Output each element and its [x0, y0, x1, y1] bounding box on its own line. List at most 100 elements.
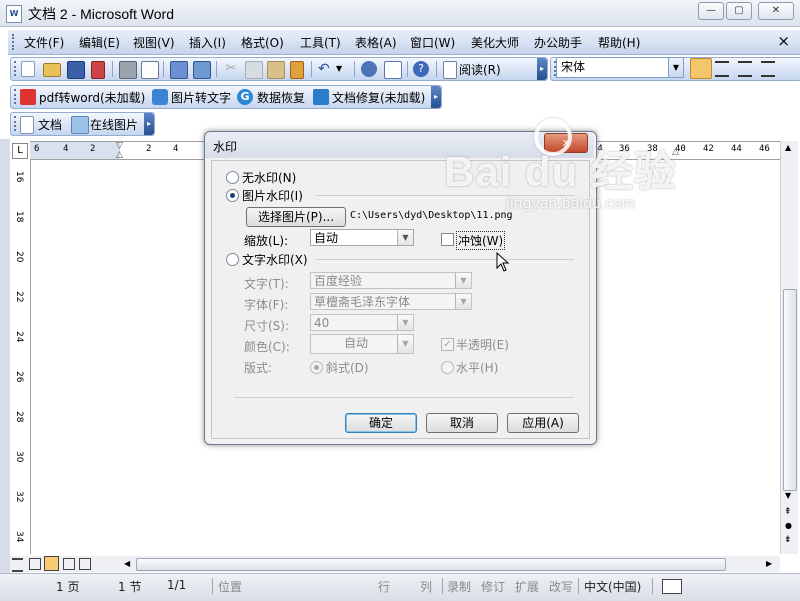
menu-beautify[interactable]: 美化大师	[471, 34, 519, 51]
pdf-to-word-button[interactable]: pdf转word(未加载)	[39, 89, 145, 106]
scroll-left-icon[interactable]: ◀	[124, 559, 130, 568]
size-select[interactable]: 40 ▼	[310, 314, 414, 331]
font-name-combo[interactable]: 宋体 ▼	[556, 57, 684, 78]
read-mode-button[interactable]: 阅读(R)	[459, 61, 501, 78]
text-watermark-radio[interactable]	[226, 253, 239, 266]
align-right-icon[interactable]	[738, 61, 752, 77]
align-center-icon[interactable]	[715, 61, 729, 77]
picture-watermark-label[interactable]: 图片水印(I)	[242, 187, 303, 204]
color-select[interactable]: 自动 ▼	[310, 334, 414, 354]
reading-view-icon[interactable]	[79, 558, 91, 570]
vertical-ruler[interactable]: 16 18 20 22 24 26 28 30 32 34	[10, 159, 31, 554]
vertical-scroll-thumb[interactable]	[783, 289, 797, 491]
tab-online-images[interactable]: 在线图片	[90, 116, 138, 133]
data-recovery-button[interactable]: 数据恢复	[257, 89, 305, 106]
undo-dropdown-icon[interactable]: ▼	[336, 61, 352, 77]
menu-view[interactable]: 视图(V)	[133, 34, 175, 51]
next-page-icon[interactable]: ⇟	[784, 535, 792, 545]
tab-stop-selector[interactable]: L	[12, 143, 28, 159]
right-indent-marker-icon[interactable]: △	[672, 147, 679, 157]
minimize-button[interactable]: —	[698, 2, 724, 20]
save-icon[interactable]	[67, 61, 85, 79]
justify-icon[interactable]	[761, 61, 775, 77]
web-view-icon[interactable]	[29, 558, 41, 570]
horizontal-scrollbar[interactable]: ◀ ▶	[96, 556, 780, 572]
text-watermark-label[interactable]: 文字水印(X)	[242, 251, 308, 268]
apply-button[interactable]: 应用(A)	[507, 413, 579, 433]
indent-marker-icon[interactable]: ▽ △	[116, 142, 125, 160]
research-icon[interactable]	[193, 61, 211, 79]
washout-checkbox[interactable]	[441, 233, 454, 246]
chevron-down-icon[interactable]: ▼	[397, 315, 413, 330]
print-layout-view-icon[interactable]	[44, 556, 59, 571]
dialog-close-button[interactable]: x	[544, 133, 588, 153]
outline-view-icon[interactable]	[63, 558, 75, 570]
open-folder-icon[interactable]	[43, 63, 61, 77]
semitransparent-label[interactable]: 半透明(E)	[456, 336, 509, 353]
doc-repair-button[interactable]: 文档修复(未加载)	[332, 89, 425, 106]
ok-button[interactable]: 确定	[345, 413, 417, 433]
cut-icon[interactable]: ✂	[223, 61, 239, 77]
semitransparent-checkbox[interactable]: ✓	[441, 338, 454, 351]
toolbar-options-icon[interactable]: ▸	[431, 86, 441, 108]
toolbar-options-icon[interactable]: ▸	[537, 58, 547, 80]
scroll-right-icon[interactable]: ▶	[766, 559, 772, 568]
browse-object-icon[interactable]: ●	[785, 521, 792, 530]
maximize-button[interactable]: ▢	[726, 2, 752, 20]
insert-table-icon[interactable]	[384, 61, 402, 79]
no-watermark-label[interactable]: 无水印(N)	[242, 169, 296, 186]
status-track-changes[interactable]: 修订	[481, 578, 505, 595]
print-preview-icon[interactable]	[141, 61, 159, 79]
menu-help[interactable]: 帮助(H)	[598, 34, 640, 51]
horizontal-label[interactable]: 水平(H)	[456, 359, 498, 376]
copy-icon[interactable]	[245, 61, 263, 79]
image-to-text-button[interactable]: 图片转文字	[171, 89, 231, 106]
previous-page-icon[interactable]: ⇞	[784, 507, 792, 517]
menu-office-assistant[interactable]: 办公助手	[534, 34, 582, 51]
menu-insert[interactable]: 插入(I)	[189, 34, 226, 51]
toolbar-grip[interactable]	[14, 89, 18, 104]
washout-label[interactable]: 冲蚀(W)	[456, 231, 506, 250]
vertical-scrollbar[interactable]: ▲ ▼ ⇞ ● ⇟	[780, 141, 798, 554]
chevron-down-icon[interactable]: ▼	[455, 273, 471, 288]
horizontal-scroll-thumb[interactable]	[136, 558, 726, 571]
diagonal-radio[interactable]	[310, 361, 323, 374]
format-painter-icon[interactable]	[290, 61, 304, 79]
chevron-down-icon[interactable]: ▼	[668, 58, 683, 77]
no-watermark-radio[interactable]	[226, 171, 239, 184]
status-extend[interactable]: 扩展	[515, 578, 539, 595]
scroll-down-icon[interactable]: ▼	[785, 491, 791, 500]
spelling-status-icon[interactable]	[662, 579, 682, 594]
picture-watermark-radio[interactable]	[226, 189, 239, 202]
scroll-up-icon[interactable]: ▲	[785, 143, 791, 152]
undo-icon[interactable]: ↶	[318, 61, 334, 77]
normal-view-icon[interactable]	[12, 558, 23, 572]
horizontal-radio[interactable]	[441, 361, 454, 374]
menu-table[interactable]: 表格(A)	[355, 34, 397, 51]
menu-tools[interactable]: 工具(T)	[300, 34, 341, 51]
menu-file[interactable]: 文件(F)	[24, 34, 64, 51]
tab-document[interactable]: 文档	[38, 116, 62, 133]
align-left-icon[interactable]	[690, 58, 712, 79]
chevron-down-icon[interactable]: ▼	[397, 335, 413, 353]
toolbar-options-icon[interactable]: ▸	[144, 113, 154, 135]
chevron-down-icon[interactable]: ▼	[397, 230, 413, 245]
close-window-button[interactable]: ✕	[758, 2, 794, 20]
help-icon[interactable]: ?	[413, 61, 429, 77]
text-select[interactable]: 百度经验 ▼	[310, 272, 472, 289]
permission-icon[interactable]	[91, 61, 105, 79]
status-record[interactable]: 录制	[447, 578, 471, 595]
print-icon[interactable]	[119, 61, 137, 79]
diagonal-label[interactable]: 斜式(D)	[326, 359, 369, 376]
dialog-title-bar[interactable]: 水印 x	[205, 132, 594, 158]
toolbar-grip[interactable]	[12, 34, 17, 50]
status-overtype[interactable]: 改写	[549, 578, 573, 595]
spelling-icon[interactable]	[170, 61, 188, 79]
window-title-bar[interactable]: W 文档 2 - Microsoft Word — ▢ ✕	[0, 0, 800, 27]
cancel-button[interactable]: 取消	[426, 413, 498, 433]
close-document-icon[interactable]: ×	[777, 32, 790, 50]
chevron-down-icon[interactable]: ▼	[455, 294, 471, 309]
menu-window[interactable]: 窗口(W)	[410, 34, 455, 51]
scale-select[interactable]: 自动 ▼	[310, 229, 414, 246]
toolbar-grip[interactable]	[14, 116, 18, 131]
